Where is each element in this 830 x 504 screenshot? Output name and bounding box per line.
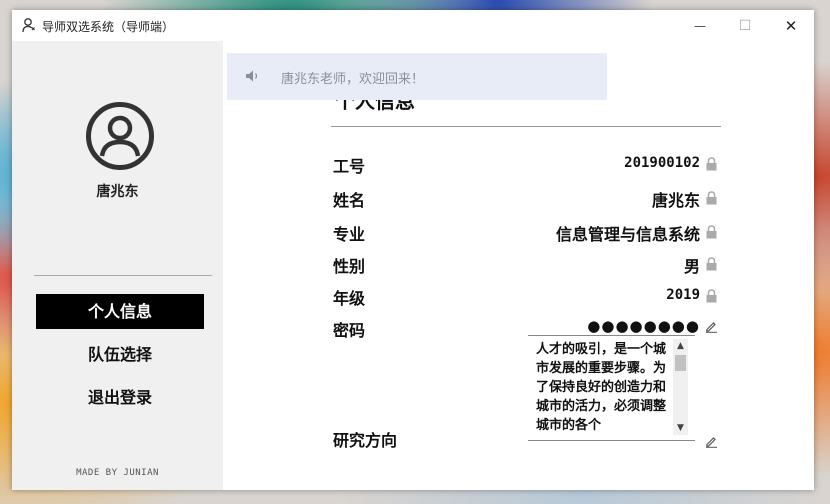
- sidebar-divider: [34, 275, 212, 276]
- major-value: 信息管理与信息系统: [555, 225, 700, 244]
- name-label: 姓名: [333, 191, 366, 210]
- research-text[interactable]: 人才的吸引，是一个城市发展的重要步骤。为了保持良好的创造力和城市的活力，必须调整…: [536, 340, 671, 435]
- close-button[interactable]: ✕: [768, 10, 814, 41]
- title-divider: [331, 126, 721, 127]
- edit-icon[interactable]: [705, 435, 718, 448]
- maximize-icon: ☐: [738, 17, 752, 34]
- window-title: 导师双选系统（导师端）: [42, 20, 175, 34]
- nav-item-team-select[interactable]: 队伍选择: [36, 337, 204, 372]
- minimize-button[interactable]: —: [677, 10, 723, 41]
- welcome-notice: 唐兆东老师，欢迎回来！: [227, 53, 607, 100]
- name-value: 唐兆东: [651, 191, 700, 210]
- close-icon: ✕: [784, 16, 798, 35]
- edit-icon[interactable]: [705, 320, 718, 333]
- lock-icon: [706, 289, 717, 303]
- password-label: 密码: [333, 321, 366, 340]
- gender-label: 性别: [333, 257, 366, 276]
- employee-id-value: 201900102: [624, 155, 700, 171]
- grade-label: 年级: [333, 289, 366, 308]
- gender-value: 男: [683, 257, 700, 276]
- minimize-icon: —: [694, 18, 706, 33]
- user-icon: [22, 18, 35, 33]
- maximize-button[interactable]: ☐: [722, 10, 768, 41]
- speaker-icon: [246, 70, 258, 82]
- scroll-down-icon[interactable]: ▼: [673, 421, 688, 435]
- main-content: 个人信息 唐兆东老师，欢迎回来！ 工号 201900102 姓名 唐兆东 专业 …: [223, 41, 814, 490]
- credit-text: MADE BY JUNIAN: [76, 468, 159, 478]
- sidebar: 唐兆东 个人信息 队伍选择 退出登录 MADE BY JUNIAN: [12, 41, 223, 490]
- title-bar: 导师双选系统（导师端） — ☐ ✕: [12, 10, 814, 41]
- research-scrollbar[interactable]: ▲ ▼: [673, 339, 688, 435]
- nav-item-logout[interactable]: 退出登录: [36, 380, 204, 415]
- research-label: 研究方向: [333, 431, 398, 450]
- nav-item-profile[interactable]: 个人信息: [36, 294, 204, 329]
- major-label: 专业: [333, 225, 366, 244]
- notice-text: 唐兆东老师，欢迎回来！: [281, 72, 425, 87]
- avatar-icon: [86, 102, 154, 170]
- scroll-up-icon[interactable]: ▲: [673, 339, 688, 353]
- lock-icon: [706, 157, 717, 171]
- user-name: 唐兆东: [96, 184, 139, 200]
- app-window: 导师双选系统（导师端） — ☐ ✕ 唐兆东 个人信息 队伍选择 退出登录 MAD…: [12, 10, 814, 490]
- password-value: ●●●●●●●●: [587, 317, 700, 335]
- lock-icon: [706, 191, 717, 205]
- lock-icon: [706, 225, 717, 239]
- scroll-thumb[interactable]: [675, 355, 686, 371]
- lock-icon: [706, 257, 717, 271]
- employee-id-label: 工号: [333, 157, 366, 176]
- research-textarea[interactable]: 人才的吸引，是一个城市发展的重要步骤。为了保持良好的创造力和城市的活力，必须调整…: [528, 335, 695, 441]
- grade-value: 2019: [666, 287, 700, 303]
